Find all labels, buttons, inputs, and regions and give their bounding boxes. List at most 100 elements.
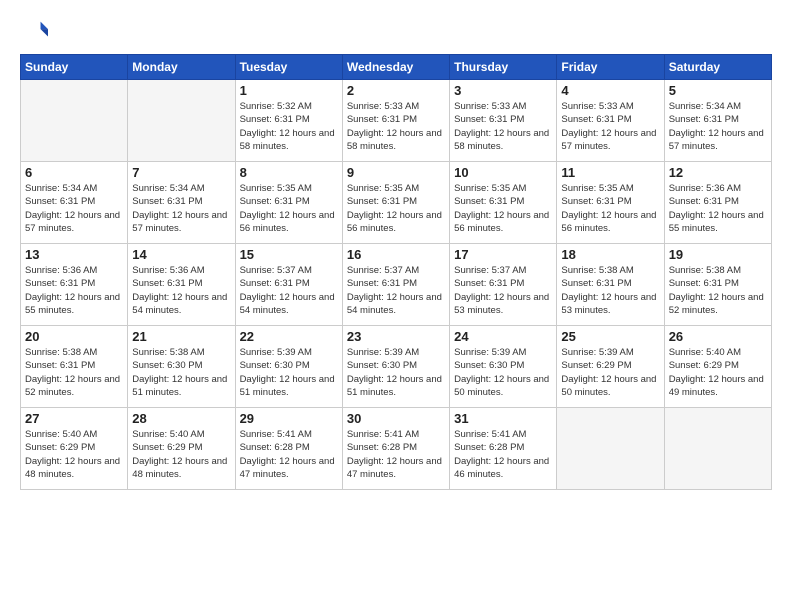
day-info: Sunrise: 5:37 AMSunset: 6:31 PMDaylight:… xyxy=(240,264,338,317)
day-info: Sunrise: 5:41 AMSunset: 6:28 PMDaylight:… xyxy=(454,428,552,481)
calendar-cell: 14 Sunrise: 5:36 AMSunset: 6:31 PMDayligh… xyxy=(128,244,235,326)
header-row: SundayMondayTuesdayWednesdayThursdayFrid… xyxy=(21,55,772,80)
day-info: Sunrise: 5:36 AMSunset: 6:31 PMDaylight:… xyxy=(25,264,123,317)
calendar-cell: 29Sunrise: 5:41 AMSunset: 6:28 PMDayligh… xyxy=(235,408,342,490)
calendar-cell: 6 Sunrise: 5:34 AMSunset: 6:31 PMDaylight… xyxy=(21,162,128,244)
day-number: 22 xyxy=(240,329,338,344)
day-info: Sunrise: 5:38 AMSunset: 6:30 PMDaylight:… xyxy=(132,346,230,399)
day-info: Sunrise: 5:37 AMSunset: 6:31 PMDaylight:… xyxy=(454,264,552,317)
day-info: Sunrise: 5:38 AMSunset: 6:31 PMDaylight:… xyxy=(669,264,767,317)
calendar-cell: 10 Sunrise: 5:35 AMSunset: 6:31 PMDayligh… xyxy=(450,162,557,244)
day-info: Sunrise: 5:35 AMSunset: 6:31 PMDaylight:… xyxy=(347,182,445,235)
calendar-week-row: 13 Sunrise: 5:36 AMSunset: 6:31 PMDayligh… xyxy=(21,244,772,326)
day-info: Sunrise: 5:40 AMSunset: 6:29 PMDaylight:… xyxy=(669,346,767,399)
page: SundayMondayTuesdayWednesdayThursdayFrid… xyxy=(0,0,792,612)
day-info: Sunrise: 5:33 AMSunset: 6:31 PMDaylight:… xyxy=(454,100,552,153)
day-info: Sunrise: 5:33 AMSunset: 6:31 PMDaylight:… xyxy=(347,100,445,153)
calendar-cell: 7 Sunrise: 5:34 AMSunset: 6:31 PMDaylight… xyxy=(128,162,235,244)
day-info: Sunrise: 5:40 AMSunset: 6:29 PMDaylight:… xyxy=(25,428,123,481)
calendar-cell: 31 Sunrise: 5:41 AMSunset: 6:28 PMDayligh… xyxy=(450,408,557,490)
day-number: 21 xyxy=(132,329,230,344)
calendar-cell: 12 Sunrise: 5:36 AMSunset: 6:31 PMDayligh… xyxy=(664,162,771,244)
calendar-cell xyxy=(557,408,664,490)
day-info: Sunrise: 5:34 AMSunset: 6:31 PMDaylight:… xyxy=(132,182,230,235)
calendar-cell: 30Sunrise: 5:41 AMSunset: 6:28 PMDayligh… xyxy=(342,408,449,490)
day-info: Sunrise: 5:36 AMSunset: 6:31 PMDaylight:… xyxy=(669,182,767,235)
day-info: Sunrise: 5:35 AMSunset: 6:31 PMDaylight:… xyxy=(240,182,338,235)
calendar: SundayMondayTuesdayWednesdayThursdayFrid… xyxy=(20,54,772,490)
calendar-cell: 18Sunrise: 5:38 AMSunset: 6:31 PMDayligh… xyxy=(557,244,664,326)
day-number: 2 xyxy=(347,83,445,98)
weekday-header: Saturday xyxy=(664,55,771,80)
weekday-header: Sunday xyxy=(21,55,128,80)
day-number: 19 xyxy=(669,247,767,262)
calendar-cell: 22Sunrise: 5:39 AMSunset: 6:30 PMDayligh… xyxy=(235,326,342,408)
day-info: Sunrise: 5:32 AMSunset: 6:31 PMDaylight:… xyxy=(240,100,338,153)
day-number: 6 xyxy=(25,165,123,180)
calendar-cell: 28Sunrise: 5:40 AMSunset: 6:29 PMDayligh… xyxy=(128,408,235,490)
calendar-week-row: 27 Sunrise: 5:40 AMSunset: 6:29 PMDayligh… xyxy=(21,408,772,490)
day-number: 14 xyxy=(132,247,230,262)
calendar-cell: 17 Sunrise: 5:37 AMSunset: 6:31 PMDayligh… xyxy=(450,244,557,326)
calendar-cell: 8Sunrise: 5:35 AMSunset: 6:31 PMDaylight… xyxy=(235,162,342,244)
day-info: Sunrise: 5:37 AMSunset: 6:31 PMDaylight:… xyxy=(347,264,445,317)
day-info: Sunrise: 5:39 AMSunset: 6:30 PMDaylight:… xyxy=(347,346,445,399)
day-number: 26 xyxy=(669,329,767,344)
calendar-cell: 4 Sunrise: 5:33 AMSunset: 6:31 PMDaylight… xyxy=(557,80,664,162)
weekday-header: Friday xyxy=(557,55,664,80)
day-number: 29 xyxy=(240,411,338,426)
day-number: 1 xyxy=(240,83,338,98)
logo-icon xyxy=(20,16,48,44)
calendar-cell: 9 Sunrise: 5:35 AMSunset: 6:31 PMDaylight… xyxy=(342,162,449,244)
calendar-week-row: 1 Sunrise: 5:32 AMSunset: 6:31 PMDaylight… xyxy=(21,80,772,162)
calendar-cell xyxy=(21,80,128,162)
calendar-cell: 11 Sunrise: 5:35 AMSunset: 6:31 PMDayligh… xyxy=(557,162,664,244)
day-number: 10 xyxy=(454,165,552,180)
day-number: 13 xyxy=(25,247,123,262)
calendar-week-row: 20 Sunrise: 5:38 AMSunset: 6:31 PMDayligh… xyxy=(21,326,772,408)
day-info: Sunrise: 5:35 AMSunset: 6:31 PMDaylight:… xyxy=(454,182,552,235)
calendar-cell: 21 Sunrise: 5:38 AMSunset: 6:30 PMDayligh… xyxy=(128,326,235,408)
day-number: 5 xyxy=(669,83,767,98)
day-info: Sunrise: 5:38 AMSunset: 6:31 PMDaylight:… xyxy=(25,346,123,399)
calendar-cell xyxy=(128,80,235,162)
day-number: 20 xyxy=(25,329,123,344)
header xyxy=(20,16,772,44)
calendar-cell: 13 Sunrise: 5:36 AMSunset: 6:31 PMDayligh… xyxy=(21,244,128,326)
day-number: 17 xyxy=(454,247,552,262)
day-info: Sunrise: 5:40 AMSunset: 6:29 PMDaylight:… xyxy=(132,428,230,481)
day-number: 23 xyxy=(347,329,445,344)
day-info: Sunrise: 5:35 AMSunset: 6:31 PMDaylight:… xyxy=(561,182,659,235)
day-number: 12 xyxy=(669,165,767,180)
calendar-cell: 25Sunrise: 5:39 AMSunset: 6:29 PMDayligh… xyxy=(557,326,664,408)
calendar-cell: 3Sunrise: 5:33 AMSunset: 6:31 PMDaylight… xyxy=(450,80,557,162)
day-number: 25 xyxy=(561,329,659,344)
calendar-cell: 16Sunrise: 5:37 AMSunset: 6:31 PMDayligh… xyxy=(342,244,449,326)
calendar-cell: 15 Sunrise: 5:37 AMSunset: 6:31 PMDayligh… xyxy=(235,244,342,326)
day-info: Sunrise: 5:33 AMSunset: 6:31 PMDaylight:… xyxy=(561,100,659,153)
calendar-cell: 23 Sunrise: 5:39 AMSunset: 6:30 PMDayligh… xyxy=(342,326,449,408)
day-info: Sunrise: 5:38 AMSunset: 6:31 PMDaylight:… xyxy=(561,264,659,317)
calendar-cell: 5 Sunrise: 5:34 AMSunset: 6:31 PMDaylight… xyxy=(664,80,771,162)
day-info: Sunrise: 5:41 AMSunset: 6:28 PMDaylight:… xyxy=(347,428,445,481)
calendar-week-row: 6 Sunrise: 5:34 AMSunset: 6:31 PMDaylight… xyxy=(21,162,772,244)
day-info: Sunrise: 5:36 AMSunset: 6:31 PMDaylight:… xyxy=(132,264,230,317)
day-number: 11 xyxy=(561,165,659,180)
day-number: 27 xyxy=(25,411,123,426)
day-info: Sunrise: 5:39 AMSunset: 6:30 PMDaylight:… xyxy=(454,346,552,399)
day-number: 7 xyxy=(132,165,230,180)
calendar-cell: 27 Sunrise: 5:40 AMSunset: 6:29 PMDayligh… xyxy=(21,408,128,490)
day-info: Sunrise: 5:34 AMSunset: 6:31 PMDaylight:… xyxy=(25,182,123,235)
logo xyxy=(20,16,52,44)
day-number: 15 xyxy=(240,247,338,262)
weekday-header: Wednesday xyxy=(342,55,449,80)
calendar-cell: 1 Sunrise: 5:32 AMSunset: 6:31 PMDaylight… xyxy=(235,80,342,162)
weekday-header: Tuesday xyxy=(235,55,342,80)
day-number: 31 xyxy=(454,411,552,426)
day-info: Sunrise: 5:34 AMSunset: 6:31 PMDaylight:… xyxy=(669,100,767,153)
day-number: 9 xyxy=(347,165,445,180)
day-number: 24 xyxy=(454,329,552,344)
calendar-cell: 20 Sunrise: 5:38 AMSunset: 6:31 PMDayligh… xyxy=(21,326,128,408)
weekday-header: Thursday xyxy=(450,55,557,80)
day-number: 4 xyxy=(561,83,659,98)
